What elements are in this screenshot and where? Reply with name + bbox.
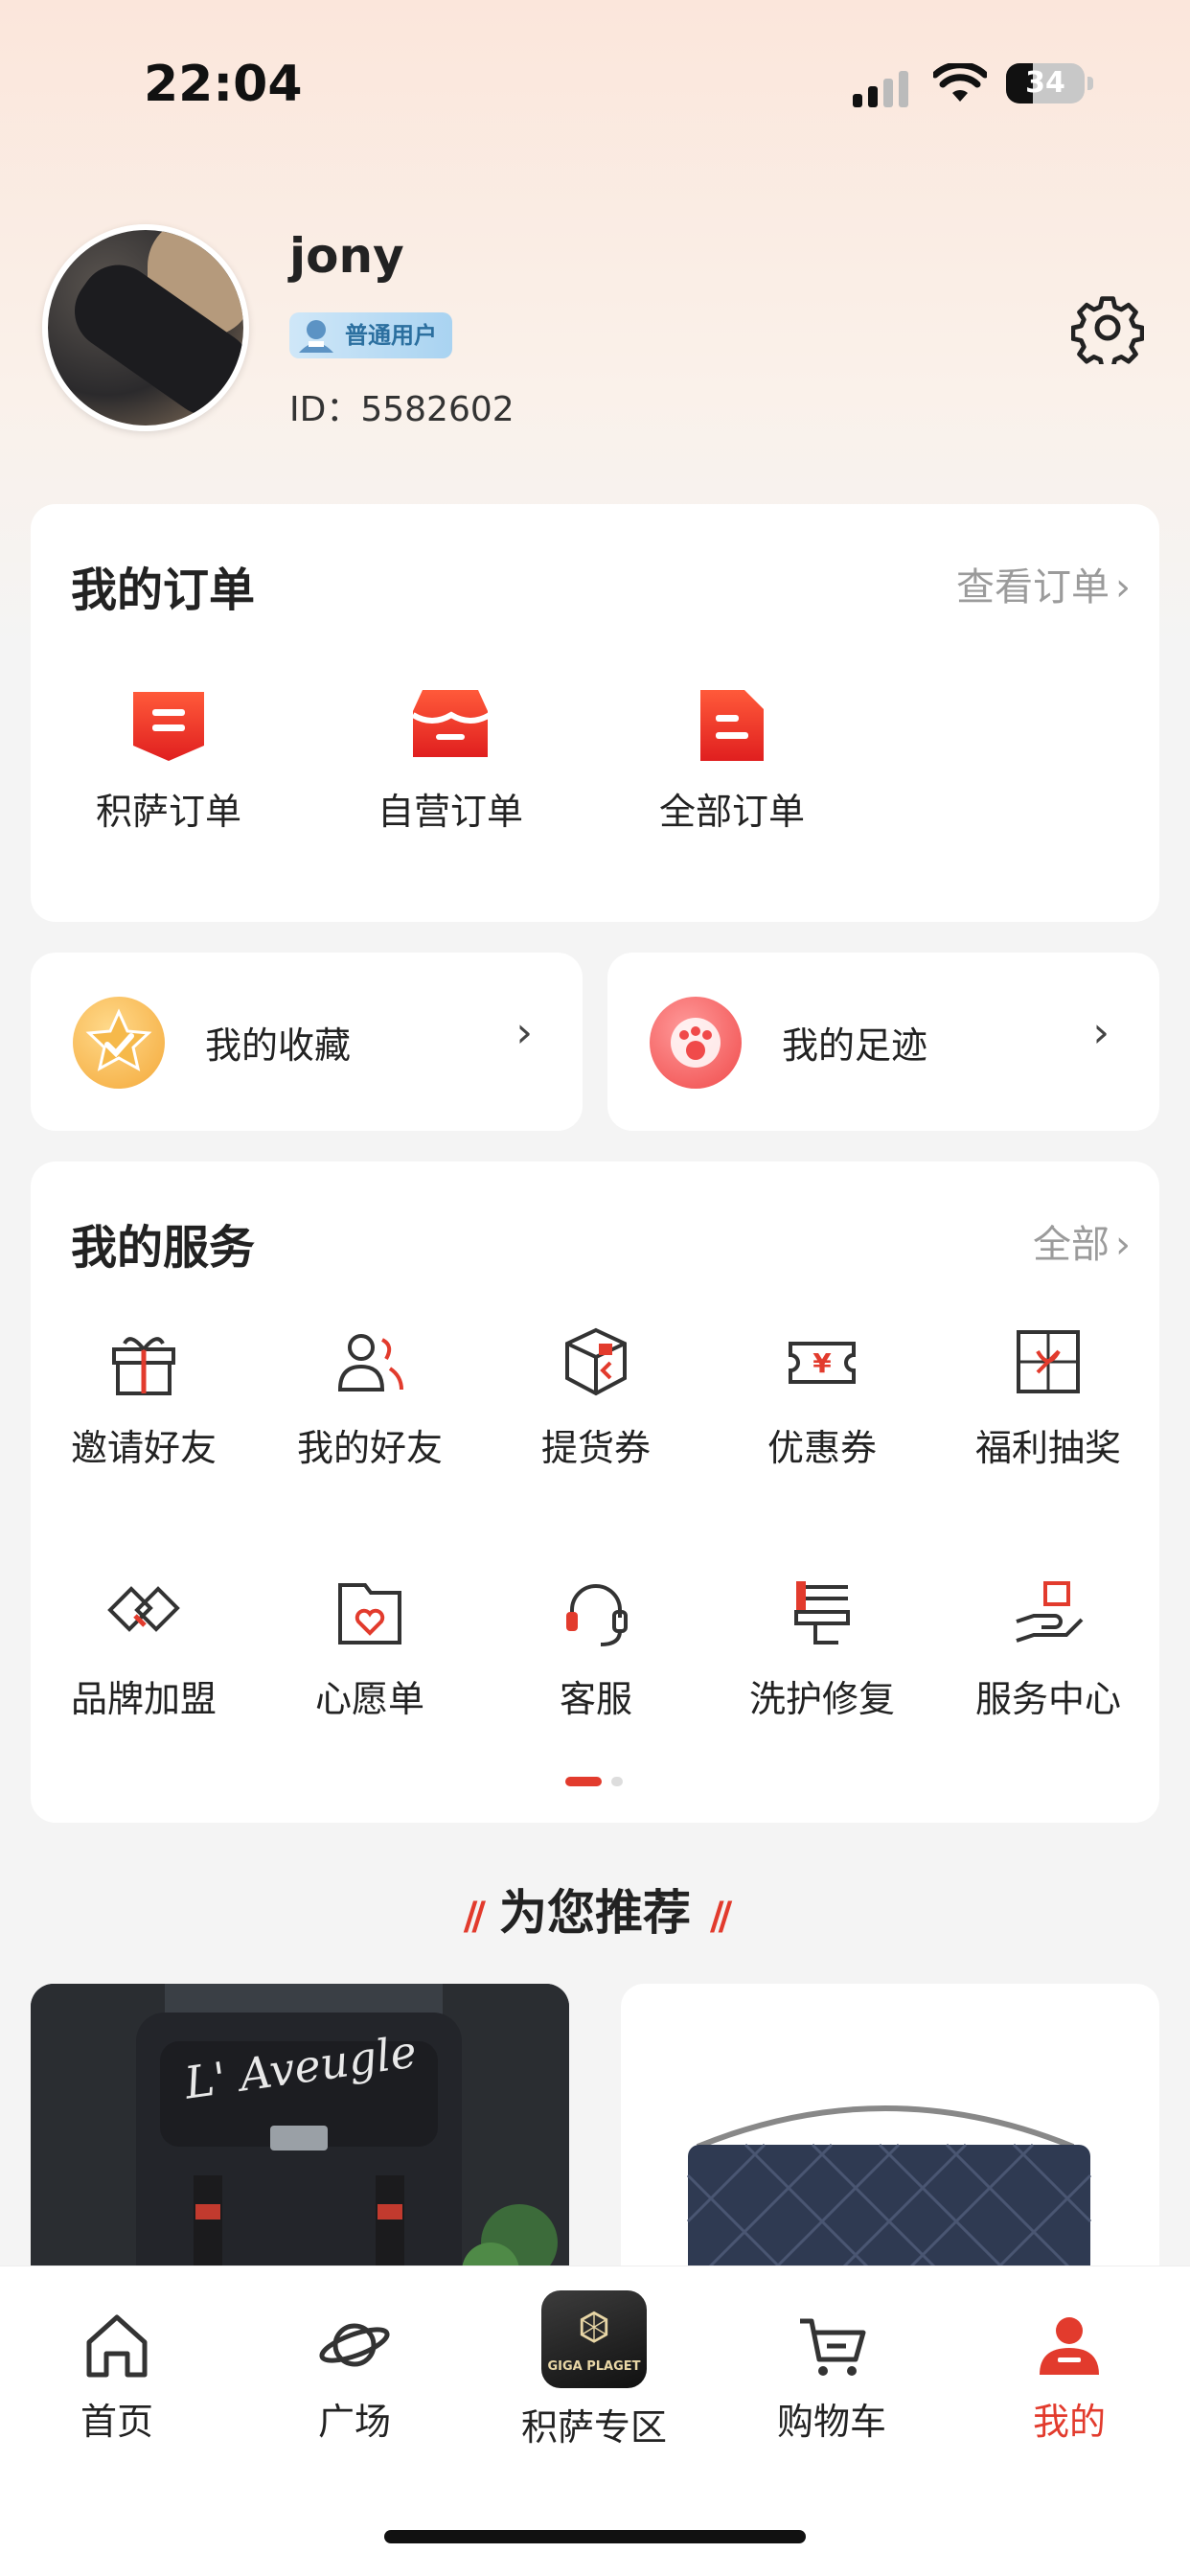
service-label: 优惠券: [767, 1427, 877, 1469]
product-image: [31, 1984, 569, 2300]
service-center[interactable]: 服务中心: [935, 1574, 1161, 1722]
service-coupons[interactable]: ¥ 优惠券: [709, 1322, 935, 1471]
recommend-title: // 为您推荐 //: [0, 1874, 1190, 1944]
service-center-icon: [1016, 1581, 1084, 1643]
avatar[interactable]: [42, 224, 249, 431]
tab-cart[interactable]: 购物车: [736, 2308, 927, 2445]
decor-slash-right: //: [710, 1895, 732, 1939]
friends-icon: [337, 1334, 403, 1392]
order-all-label: 全部订单: [658, 791, 805, 833]
service-label: 提货券: [540, 1427, 651, 1469]
service-care-repair[interactable]: 洗护修复: [709, 1574, 935, 1722]
view-all-services-link[interactable]: 全部 ›: [1033, 1213, 1131, 1269]
service-label: 福利抽奖: [974, 1427, 1121, 1469]
tab-square-label: 广场: [317, 2401, 391, 2443]
history-label: 我的足迹: [782, 1024, 928, 1067]
service-label: 客服: [559, 1678, 632, 1720]
tab-profile[interactable]: 我的: [973, 2308, 1165, 2445]
view-all-services-label: 全部: [1033, 1223, 1110, 1267]
coupon-icon: ¥: [789, 1342, 856, 1384]
tab-home-label: 首页: [80, 2401, 153, 2443]
status-time: 22:04: [144, 56, 303, 113]
product-card[interactable]: L' Aveugle: [31, 1984, 569, 2300]
order-all[interactable]: 全部订单: [627, 686, 837, 835]
services-card: 我的服务 全部 › 邀请好友 我的好友 提货券 ¥ 优惠券 福利抽奖 品牌加盟 心…: [31, 1162, 1159, 1823]
wifi-icon: [931, 61, 989, 107]
battery-icon: 34: [1006, 63, 1085, 104]
product-image: [686, 2105, 1092, 2300]
tab-profile-label: 我的: [1032, 2401, 1106, 2443]
user-badge-icon: [299, 320, 333, 353]
user-level-label: 普通用户: [345, 322, 437, 349]
service-wishlist[interactable]: 心愿单: [257, 1574, 483, 1722]
home-indicator[interactable]: [384, 2530, 806, 2543]
service-customer-support[interactable]: 客服: [483, 1574, 709, 1722]
tab-home[interactable]: 首页: [21, 2308, 213, 2445]
service-label: 服务中心: [974, 1678, 1121, 1720]
tab-square[interactable]: 广场: [259, 2308, 450, 2445]
user-level-badge: 普通用户: [289, 312, 452, 358]
view-orders-link[interactable]: 查看订单 ›: [956, 556, 1131, 611]
home-icon: [86, 2314, 148, 2378]
service-lottery[interactable]: 福利抽奖: [935, 1322, 1161, 1471]
order-giga-label: 积萨订单: [95, 791, 241, 833]
box-icon: [565, 1327, 627, 1396]
battery-tip: [1087, 77, 1093, 90]
orders-title: 我的订单: [71, 564, 256, 617]
wishlist-icon: [338, 1583, 401, 1644]
footprint-icon: [650, 997, 742, 1089]
cart-icon: [800, 2318, 866, 2376]
profile-icon: [1040, 2317, 1099, 2375]
page-dot: [611, 1777, 623, 1786]
cellular-signal-icon: [853, 71, 908, 107]
giga-logo-text: GIGA PLAGET: [547, 2359, 641, 2374]
service-my-friends[interactable]: 我的好友: [257, 1322, 483, 1471]
services-title: 我的服务: [71, 1221, 256, 1275]
tab-giga-zone-label: 积萨专区: [520, 2406, 667, 2449]
chevron-right-icon: ›: [1092, 1008, 1110, 1057]
giga-planet-icon: GIGA PLAGET: [541, 2290, 647, 2388]
all-orders-icon: [700, 690, 764, 761]
page-dot-active: [565, 1777, 602, 1786]
service-invite-friends[interactable]: 邀请好友: [31, 1322, 257, 1471]
recommend-title-text: 为您推荐: [499, 1885, 691, 1941]
service-brand-join[interactable]: 品牌加盟: [31, 1574, 257, 1722]
chevron-right-icon: ›: [1115, 1223, 1131, 1267]
username: jony: [289, 228, 404, 284]
decor-slash-left: //: [463, 1895, 486, 1939]
user-id: ID：5582602: [289, 390, 515, 429]
orders-card: 我的订单 查看订单 › 积萨订单 自营订单 全部订单: [31, 504, 1159, 922]
service-label: 心愿单: [314, 1678, 424, 1720]
headset-icon: [566, 1584, 628, 1646]
chevron-right-icon: ›: [1115, 565, 1131, 610]
chevron-right-icon: ›: [515, 1008, 533, 1057]
giga-order-icon: [133, 692, 204, 761]
view-orders-label: 查看订单: [956, 565, 1110, 610]
service-label: 邀请好友: [70, 1427, 217, 1469]
favorites-label: 我的收藏: [205, 1024, 352, 1067]
service-label: 我的好友: [296, 1427, 443, 1469]
tab-cart-label: 购物车: [776, 2401, 886, 2443]
care-repair-icon: [794, 1581, 850, 1644]
handshake-icon: [107, 1586, 180, 1632]
star-icon: [73, 997, 165, 1089]
gift-icon: [112, 1337, 175, 1395]
tab-giga-zone[interactable]: GIGA PLAGET 积萨专区: [498, 2290, 690, 2450]
product-card[interactable]: [621, 1984, 1159, 2300]
history-card[interactable]: 我的足迹 ›: [607, 953, 1159, 1131]
service-label: 品牌加盟: [70, 1678, 217, 1720]
favorites-card[interactable]: 我的收藏 ›: [31, 953, 583, 1131]
service-pickup-voucher[interactable]: 提货券: [483, 1322, 709, 1471]
service-label: 洗护修复: [748, 1678, 895, 1720]
lottery-icon: [1017, 1330, 1080, 1393]
page-indicator: [565, 1777, 623, 1786]
self-order-icon: [411, 690, 490, 757]
order-self-label: 自营订单: [377, 791, 523, 833]
planet-icon: [319, 2323, 390, 2367]
order-giga[interactable]: 积萨订单: [63, 686, 274, 835]
battery-level: 34: [1025, 66, 1065, 100]
order-self[interactable]: 自营订单: [345, 686, 556, 835]
svg-text:¥: ¥: [812, 1347, 832, 1379]
settings-gear-icon[interactable]: [1071, 291, 1144, 364]
